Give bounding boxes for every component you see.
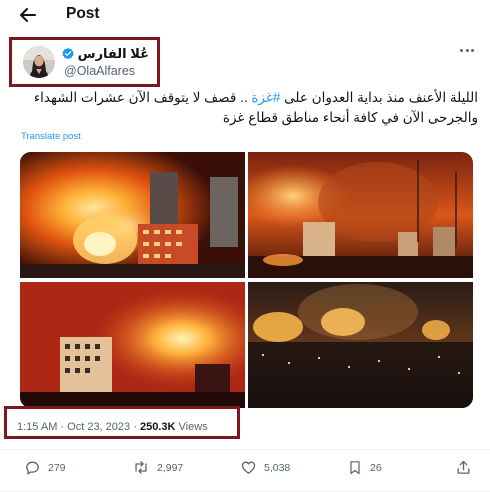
author-highlight-box: عُلا الفارس @OlaAlfares	[9, 37, 160, 87]
verified-badge-icon	[62, 47, 74, 60]
bookmark-icon	[350, 461, 360, 475]
photo-bottom-left[interactable]	[20, 282, 245, 408]
views-count: 250.3K	[139, 421, 176, 433]
translate-post-link[interactable]: Translate post	[21, 131, 81, 142]
share-button[interactable]	[455, 459, 472, 476]
more-options-button[interactable]	[457, 42, 477, 58]
back-button[interactable]	[14, 2, 42, 28]
reply-button[interactable]: 279	[24, 459, 66, 476]
post-metadata: 1:15 AM · Oct 23, 2023 · 250.3K Views	[17, 421, 208, 433]
tweet-text-part: الليلة الأعنف منذ بداية العدوان على	[280, 90, 478, 105]
repost-icon	[135, 461, 147, 474]
heart-icon	[241, 461, 256, 474]
arrow-left-icon	[20, 8, 36, 22]
meta-separator: ·	[133, 421, 137, 433]
bookmark-button[interactable]: 26	[347, 459, 382, 476]
like-button[interactable]: 5,038	[240, 459, 290, 476]
display-name-row: عُلا الفارس	[61, 46, 149, 62]
photo-top-left[interactable]	[20, 152, 245, 278]
top-bar: Post	[0, 0, 490, 30]
photo-bottom-right[interactable]	[248, 282, 473, 408]
post-time[interactable]: 1:15 AM	[17, 421, 57, 433]
bookmark-count: 26	[370, 461, 382, 474]
more-dot-icon	[465, 48, 469, 52]
photo-top-right[interactable]	[248, 152, 473, 278]
media-grid	[20, 152, 473, 408]
divider	[0, 449, 490, 450]
page-title: Post	[66, 5, 100, 22]
avatar[interactable]	[23, 46, 55, 78]
more-dot-icon	[460, 48, 464, 52]
more-dot-icon	[470, 48, 474, 52]
post-date[interactable]: Oct 23, 2023	[67, 421, 130, 433]
reply-icon	[26, 461, 39, 475]
tweet-text: الليلة الأعنف منذ بداية العدوان على #غزة…	[13, 88, 478, 128]
share-icon	[457, 460, 470, 474]
hashtag-link[interactable]: #غزة	[251, 90, 280, 105]
repost-button[interactable]: 2,997	[132, 459, 183, 476]
views-label: Views	[178, 421, 208, 433]
display-name[interactable]: عُلا الفارس	[78, 46, 149, 62]
reply-count: 279	[48, 461, 66, 474]
action-bar: 279 2,997 5,038 26	[0, 452, 490, 490]
author-handle[interactable]: @OlaAlfares	[64, 64, 135, 78]
meta-separator: ·	[60, 421, 65, 433]
like-count: 5,038	[264, 461, 291, 474]
repost-count: 2,997	[157, 461, 184, 474]
